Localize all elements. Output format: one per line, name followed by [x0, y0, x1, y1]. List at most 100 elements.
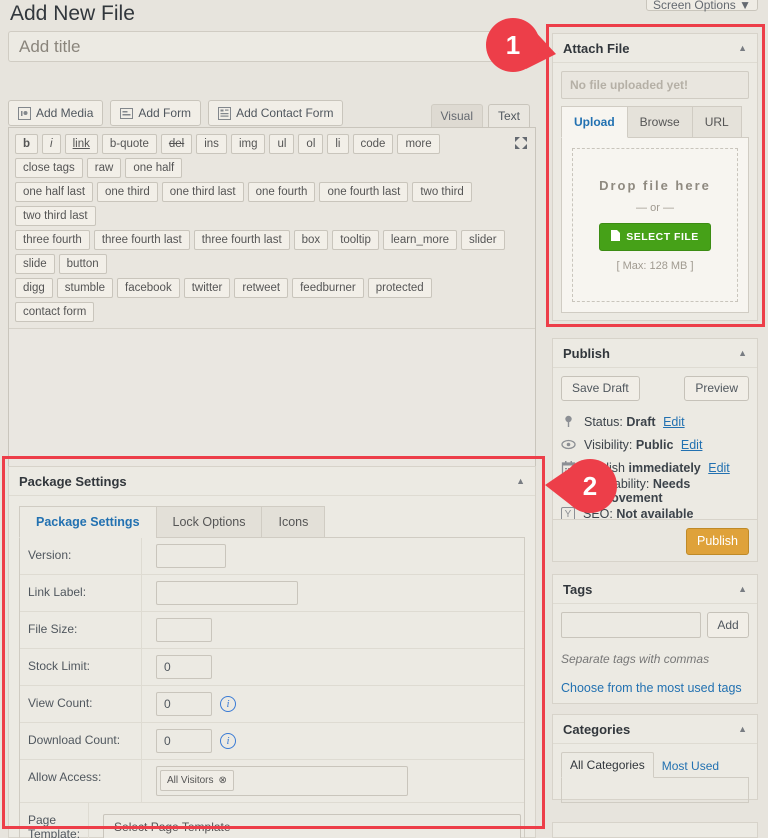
tags-body: Add Separate tags with commas Choose fro… — [553, 604, 757, 703]
screen-options-button[interactable]: Screen Options ▼ — [646, 0, 758, 11]
quicktag-button[interactable]: del — [161, 134, 192, 154]
access-chip: All Visitors ⊗ — [160, 770, 234, 791]
attached-file-input[interactable] — [561, 71, 749, 99]
package-settings-header[interactable]: Package Settings ▲ — [9, 467, 535, 496]
tab-visual[interactable]: Visual — [431, 104, 483, 127]
media-icon — [18, 107, 31, 120]
quicktag-button[interactable]: code — [353, 134, 394, 154]
quicktag-button[interactable]: li — [327, 134, 348, 154]
page-template-select[interactable]: Select Page Template — [103, 814, 521, 838]
tab-most-used[interactable]: Most Used — [654, 754, 727, 778]
post-title-input[interactable] — [8, 31, 530, 62]
edit-schedule-link[interactable]: Edit — [708, 461, 730, 475]
edit-visibility-link[interactable]: Edit — [681, 438, 703, 452]
quicktag-button[interactable]: facebook — [117, 278, 180, 298]
tab-url[interactable]: URL — [693, 106, 742, 138]
add-contact-form-button[interactable]: Add Contact Form — [208, 100, 343, 126]
add-media-button[interactable]: Add Media — [8, 100, 103, 126]
status-prefix: Status: — [584, 415, 623, 429]
quicktag-button[interactable]: more — [397, 134, 439, 154]
quicktag-button[interactable]: one third last — [162, 182, 244, 202]
collapse-arrow-icon[interactable]: ▲ — [738, 43, 747, 53]
quicktag-button[interactable]: learn_more — [383, 230, 457, 250]
drop-zone[interactable]: Drop file here — or — SELECT FILE [ Max:… — [572, 148, 738, 302]
tab-all-categories[interactable]: All Categories — [561, 752, 654, 778]
quicktag-button[interactable]: button — [59, 254, 107, 274]
quicktag-button[interactable]: stumble — [57, 278, 113, 298]
publish-header[interactable]: Publish ▲ — [553, 339, 757, 368]
info-icon[interactable]: i — [220, 696, 236, 712]
quicktag-button[interactable]: two third — [412, 182, 471, 202]
quicktags-row-2: one half lastone thirdone third lastone … — [13, 180, 509, 228]
quicktag-button[interactable]: b — [15, 134, 38, 154]
quicktag-button[interactable]: three fourth — [15, 230, 90, 250]
collapse-arrow-icon[interactable]: ▲ — [738, 724, 747, 734]
edit-status-link[interactable]: Edit — [663, 415, 685, 429]
add-form-button[interactable]: Add Form — [110, 100, 201, 126]
categories-list[interactable] — [561, 777, 749, 803]
view-count-input[interactable] — [156, 692, 212, 716]
svg-text:1: 1 — [506, 30, 520, 60]
quicktag-button[interactable]: feedburner — [292, 278, 364, 298]
publish-title: Publish — [563, 346, 610, 361]
tab-text[interactable]: Text — [488, 104, 530, 127]
file-size-input[interactable] — [156, 618, 212, 642]
quicktag-button[interactable]: one third — [97, 182, 158, 202]
chip-remove-icon[interactable]: ⊗ — [219, 775, 227, 786]
most-used-tags-link[interactable]: Choose from the most used tags — [561, 681, 749, 695]
quicktag-button[interactable]: retweet — [234, 278, 288, 298]
tab-icons[interactable]: Icons — [261, 506, 325, 538]
new-tag-input[interactable] — [561, 612, 701, 638]
tab-upload[interactable]: Upload — [561, 106, 628, 138]
attach-file-header[interactable]: Attach File ▲ — [553, 34, 757, 63]
collapse-arrow-icon[interactable]: ▲ — [738, 584, 747, 594]
quicktag-button[interactable]: three fourth last — [194, 230, 290, 250]
preview-button[interactable]: Preview — [684, 376, 749, 401]
collapse-arrow-icon[interactable]: ▲ — [738, 348, 747, 358]
quicktag-button[interactable]: ins — [196, 134, 227, 154]
categories-header[interactable]: Categories ▲ — [553, 715, 757, 744]
attach-file-body: Upload Browse URL Drop file here — or — … — [553, 63, 757, 321]
quicktag-button[interactable]: link — [65, 134, 98, 154]
field-row-page-template: Page Template: Select Page Template — [20, 803, 524, 838]
quicktag-button[interactable]: ol — [298, 134, 323, 154]
quicktag-button[interactable]: raw — [87, 158, 122, 178]
quicktag-button[interactable]: one half — [125, 158, 182, 178]
quicktag-button[interactable]: slider — [461, 230, 504, 250]
quicktags-row-4: diggstumblefacebooktwitterretweetfeedbur… — [13, 276, 509, 324]
tags-metabox: Tags ▲ Add Separate tags with commas Cho… — [552, 574, 758, 704]
quicktag-button[interactable]: contact form — [15, 302, 94, 322]
save-draft-button[interactable]: Save Draft — [561, 376, 640, 401]
quicktag-button[interactable]: slide — [15, 254, 55, 274]
quicktag-button[interactable]: one fourth last — [319, 182, 408, 202]
select-file-button[interactable]: SELECT FILE — [599, 223, 711, 251]
quicktag-button[interactable]: one half last — [15, 182, 93, 202]
allow-access-multiselect[interactable]: All Visitors ⊗ — [156, 766, 408, 796]
fullscreen-icon[interactable] — [514, 136, 528, 150]
publish-button[interactable]: Publish — [686, 528, 749, 555]
quicktag-button[interactable]: b-quote — [102, 134, 157, 154]
download-count-input[interactable] — [156, 729, 212, 753]
quicktag-button[interactable]: digg — [15, 278, 53, 298]
quicktag-button[interactable]: twitter — [184, 278, 231, 298]
link-label-input[interactable] — [156, 581, 298, 605]
quicktag-button[interactable]: box — [294, 230, 329, 250]
add-tag-button[interactable]: Add — [707, 612, 749, 638]
quicktag-button[interactable]: i — [42, 134, 61, 154]
tab-lock-options[interactable]: Lock Options — [156, 506, 262, 538]
version-input[interactable] — [156, 544, 226, 568]
quicktag-button[interactable]: img — [231, 134, 266, 154]
quicktag-button[interactable]: three fourth last — [94, 230, 190, 250]
tags-header[interactable]: Tags ▲ — [553, 575, 757, 604]
quicktag-button[interactable]: close tags — [15, 158, 83, 178]
stock-limit-input[interactable] — [156, 655, 212, 679]
quicktag-button[interactable]: protected — [368, 278, 432, 298]
quicktag-button[interactable]: ul — [269, 134, 294, 154]
collapse-arrow-icon[interactable]: ▲ — [516, 476, 525, 486]
quicktag-button[interactable]: tooltip — [332, 230, 379, 250]
tab-package-settings[interactable]: Package Settings — [19, 506, 156, 538]
quicktag-button[interactable]: two third last — [15, 206, 96, 226]
info-icon[interactable]: i — [220, 733, 236, 749]
quicktag-button[interactable]: one fourth — [248, 182, 316, 202]
tab-browse[interactable]: Browse — [628, 106, 693, 138]
